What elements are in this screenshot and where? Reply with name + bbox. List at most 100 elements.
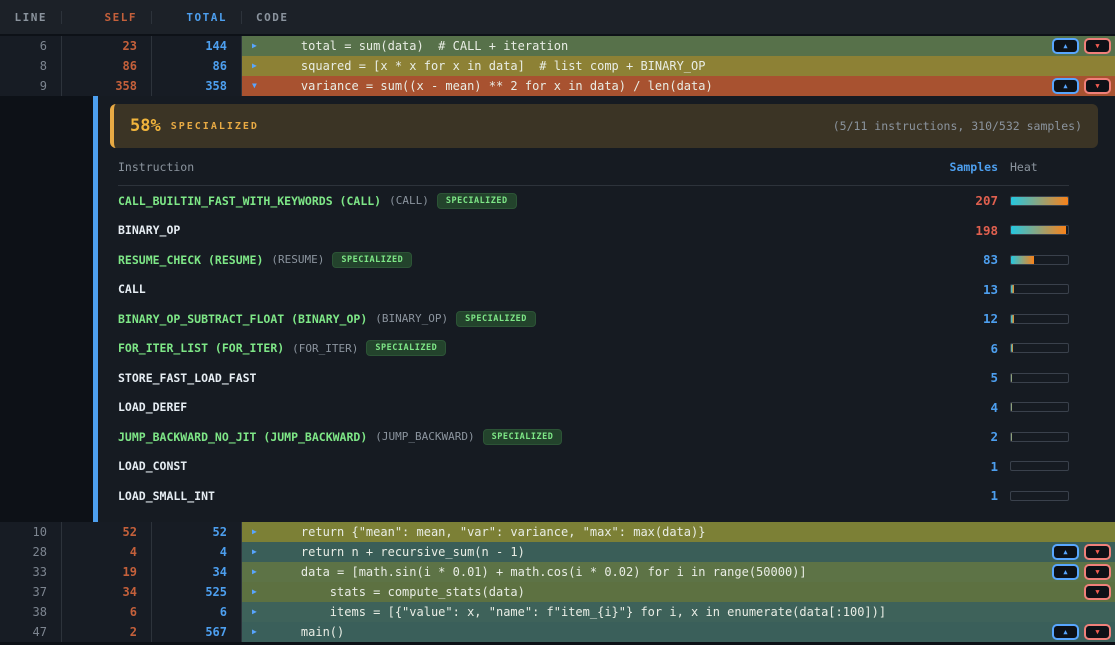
instruction-base-opcode: (JUMP_BACKWARD) <box>375 430 474 443</box>
header-samples-column[interactable]: Samples <box>928 160 998 174</box>
instruction-row: CALL_BUILTIN_FAST_WITH_KEYWORDS (CALL) (… <box>118 186 1069 216</box>
jump-up-button[interactable]: ▲ <box>1052 78 1079 94</box>
expand-toggle-icon[interactable]: ▶ <box>252 582 272 602</box>
jump-up-button[interactable]: ▲ <box>1052 564 1079 580</box>
expand-toggle-icon[interactable]: ▶ <box>252 522 272 542</box>
instruction-name-group: CALL <box>118 282 928 296</box>
jump-up-button[interactable]: ▲ <box>1052 544 1079 560</box>
line-number: 33 <box>0 562 62 582</box>
self-samples: 23 <box>62 36 152 56</box>
instruction-name: LOAD_CONST <box>118 459 187 473</box>
jump-down-button[interactable]: ▼ <box>1084 38 1111 54</box>
instruction-row: CALL 13 <box>118 275 1069 305</box>
instruction-name-group: JUMP_BACKWARD_NO_JIT (JUMP_BACKWARD) (JU… <box>118 429 928 445</box>
self-samples: 358 <box>62 76 152 96</box>
line-number: 10 <box>0 522 62 542</box>
instruction-samples: 12 <box>928 311 998 326</box>
instruction-samples: 5 <box>928 370 998 385</box>
expand-toggle-icon[interactable]: ▶ <box>252 602 272 622</box>
heat-bar-fill <box>1011 433 1012 441</box>
code-row: 28 4 4 ▶ return n + recursive_sum(n - 1)… <box>0 542 1115 562</box>
code-cell[interactable]: ▶ data = [math.sin(i * 0.01) + math.cos(… <box>242 562 1115 582</box>
line-number: 38 <box>0 602 62 622</box>
heat-bar <box>1010 491 1069 501</box>
total-samples: 567 <box>152 622 242 642</box>
expand-toggle-icon[interactable]: ▼ <box>252 76 272 96</box>
jump-down-button[interactable]: ▼ <box>1084 624 1111 640</box>
expand-toggle-icon[interactable]: ▶ <box>252 36 272 56</box>
code-cell[interactable]: ▶ squared = [x * x for x in data] # list… <box>242 56 1115 76</box>
code-cell[interactable]: ▶ stats = compute_stats(data) ▲ ▼ <box>242 582 1115 602</box>
header-code-column[interactable]: CODE <box>242 11 1115 24</box>
line-number: 28 <box>0 542 62 562</box>
source-code: data = [math.sin(i * 0.01) + math.cos(i … <box>272 562 807 582</box>
self-samples: 19 <box>62 562 152 582</box>
code-row: 8 86 86 ▶ squared = [x * x for x in data… <box>0 56 1115 76</box>
total-samples: 52 <box>152 522 242 542</box>
specialized-badge: SPECIALIZED <box>456 311 536 327</box>
total-samples: 34 <box>152 562 242 582</box>
self-samples: 2 <box>62 622 152 642</box>
instruction-name-group: FOR_ITER_LIST (FOR_ITER) (FOR_ITER) SPEC… <box>118 340 928 356</box>
instruction-base-opcode: (CALL) <box>389 194 429 207</box>
source-code: return {"mean": mean, "var": variance, "… <box>272 522 705 542</box>
instruction-row: LOAD_DEREF 4 <box>118 393 1069 423</box>
self-samples: 6 <box>62 602 152 622</box>
jump-buttons: ▲ ▼ <box>1052 564 1111 580</box>
instruction-samples: 6 <box>928 341 998 356</box>
instruction-name: FOR_ITER_LIST (FOR_ITER) <box>118 341 284 355</box>
source-code: stats = compute_stats(data) <box>272 582 525 602</box>
instruction-base-opcode: (FOR_ITER) <box>292 342 358 355</box>
code-cell[interactable]: ▶ return n + recursive_sum(n - 1) ▲ ▼ <box>242 542 1115 562</box>
code-cell[interactable]: ▶ return {"mean": mean, "var": variance,… <box>242 522 1115 542</box>
instruction-row: LOAD_CONST 1 <box>118 452 1069 482</box>
self-samples: 52 <box>62 522 152 542</box>
instruction-row: RESUME_CHECK (RESUME) (RESUME) SPECIALIZ… <box>118 245 1069 275</box>
specialized-badge: SPECIALIZED <box>366 340 446 356</box>
jump-up-button[interactable]: ▲ <box>1052 624 1079 640</box>
instruction-row: JUMP_BACKWARD_NO_JIT (JUMP_BACKWARD) (JU… <box>118 422 1069 452</box>
expand-toggle-icon[interactable]: ▶ <box>252 622 272 642</box>
code-cell[interactable]: ▶ total = sum(data) # CALL + iteration ▲… <box>242 36 1115 56</box>
line-number: 9 <box>0 76 62 96</box>
jump-down-button[interactable]: ▼ <box>1084 544 1111 560</box>
jump-down-button[interactable]: ▼ <box>1084 564 1111 580</box>
code-row: 10 52 52 ▶ return {"mean": mean, "var": … <box>0 522 1115 542</box>
instruction-name: CALL_BUILTIN_FAST_WITH_KEYWORDS (CALL) <box>118 194 381 208</box>
source-code: variance = sum((x - mean) ** 2 for x in … <box>272 76 713 96</box>
source-code: return n + recursive_sum(n - 1) <box>272 542 525 562</box>
expand-toggle-icon[interactable]: ▶ <box>252 542 272 562</box>
jump-buttons: ▲ ▼ <box>1052 78 1111 94</box>
jump-up-button[interactable]: ▲ <box>1052 38 1079 54</box>
jump-down-button[interactable]: ▼ <box>1084 584 1111 600</box>
header-line-column[interactable]: LINE <box>0 11 62 24</box>
heat-bar-fill <box>1011 197 1068 205</box>
instruction-base-opcode: (RESUME) <box>271 253 324 266</box>
heat-bar-fill <box>1011 374 1012 382</box>
instruction-table: Instruction Samples Heat CALL_BUILTIN_FA… <box>118 148 1069 511</box>
header-instruction-column[interactable]: Instruction <box>118 160 928 174</box>
header-total-column[interactable]: TOTAL <box>152 11 242 24</box>
code-row: 37 34 525 ▶ stats = compute_stats(data) … <box>0 582 1115 602</box>
expand-toggle-icon[interactable]: ▶ <box>252 56 272 76</box>
code-cell[interactable]: ▼ variance = sum((x - mean) ** 2 for x i… <box>242 76 1115 96</box>
header-heat-column[interactable]: Heat <box>1010 160 1069 174</box>
jump-buttons: ▲ ▼ <box>1052 624 1111 640</box>
heat-bar-fill <box>1011 344 1013 352</box>
panel-body: 58% SPECIALIZED (5/11 instructions, 310/… <box>93 96 1115 522</box>
expand-toggle-icon[interactable]: ▶ <box>252 562 272 582</box>
header-self-column[interactable]: SELF <box>62 11 152 24</box>
heat-bar <box>1010 343 1069 353</box>
instruction-rows: CALL_BUILTIN_FAST_WITH_KEYWORDS (CALL) (… <box>118 186 1069 511</box>
code-row: 9 358 358 ▼ variance = sum((x - mean) **… <box>0 76 1115 96</box>
instruction-name-group: BINARY_OP_SUBTRACT_FLOAT (BINARY_OP) (BI… <box>118 311 928 327</box>
line-number: 8 <box>0 56 62 76</box>
expanded-detail-panel: 58% SPECIALIZED (5/11 instructions, 310/… <box>0 96 1115 522</box>
instruction-name-group: LOAD_SMALL_INT <box>118 489 928 503</box>
code-cell[interactable]: ▶ main() ▲ ▼ <box>242 622 1115 642</box>
instruction-name: CALL <box>118 282 146 296</box>
instruction-name-group: RESUME_CHECK (RESUME) (RESUME) SPECIALIZ… <box>118 252 928 268</box>
total-samples: 358 <box>152 76 242 96</box>
jump-down-button[interactable]: ▼ <box>1084 78 1111 94</box>
code-cell[interactable]: ▶ items = [{"value": x, "name": f"item_{… <box>242 602 1115 622</box>
